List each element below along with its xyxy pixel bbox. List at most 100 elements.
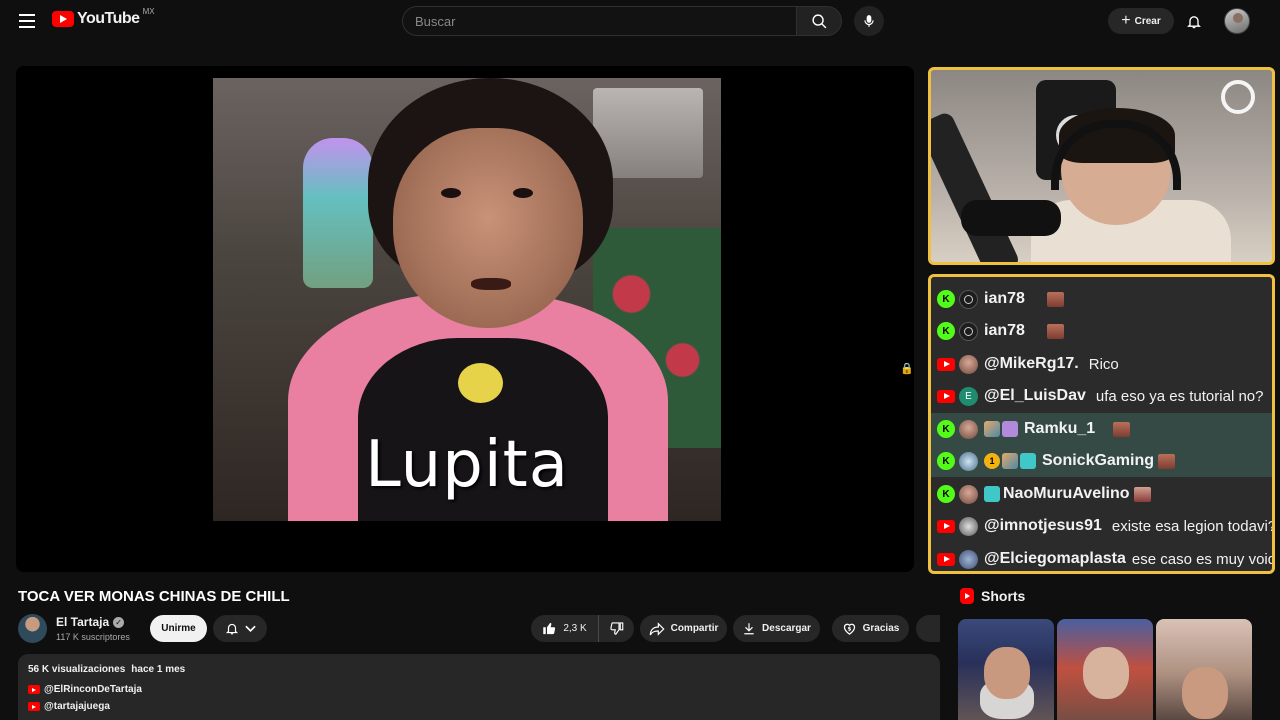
create-label: Crear xyxy=(1134,15,1161,27)
chat-message: K ian78 xyxy=(931,315,1272,347)
short-thumbnail[interactable] xyxy=(958,619,1054,720)
youtube-icon xyxy=(937,389,955,403)
microphone-arm xyxy=(931,110,1022,262)
video-girl-eye xyxy=(441,188,461,198)
search-button[interactable] xyxy=(796,6,842,36)
logo-text: YouTube xyxy=(77,10,140,27)
user-badges xyxy=(984,421,1018,437)
emote-icon xyxy=(1113,421,1131,437)
bell-icon xyxy=(1187,15,1201,28)
like-button[interactable]: 2,3 K xyxy=(531,615,599,642)
verified-check-icon: ✓ xyxy=(113,616,125,628)
microphone-icon xyxy=(864,15,874,27)
like-count: 2,3 K xyxy=(563,623,587,634)
kick-icon: K xyxy=(937,322,955,340)
join-button[interactable]: Unirme xyxy=(150,615,207,642)
thumbs-down-icon xyxy=(610,622,624,635)
channel-name[interactable]: El Tartaja xyxy=(56,615,109,629)
kick-icon: K xyxy=(937,485,955,503)
video-caption: Lupita xyxy=(365,428,569,502)
hamburger-menu-icon[interactable] xyxy=(14,8,40,34)
chat-message: E @El_LuisDav ufa eso ya es tutorial no? xyxy=(931,380,1272,412)
video-girl-face xyxy=(393,128,583,328)
create-button[interactable]: + Crear xyxy=(1108,8,1174,34)
like-dislike-group: 2,3 K xyxy=(531,615,634,642)
kick-icon: K xyxy=(937,452,955,470)
thumbs-up-icon xyxy=(543,622,556,635)
youtube-icon xyxy=(937,519,955,533)
user-badges: 1 xyxy=(984,453,1036,469)
svg-text:$: $ xyxy=(847,626,851,632)
user-avatar xyxy=(959,516,978,536)
search-input[interactable] xyxy=(403,7,797,35)
channel-name-row[interactable]: El Tartaja ✓ xyxy=(56,615,125,629)
youtube-play-icon xyxy=(52,11,74,27)
notifications-button[interactable] xyxy=(1182,9,1206,33)
thanks-button[interactable]: $ Gracias xyxy=(832,615,909,642)
account-avatar[interactable] xyxy=(1224,8,1250,34)
more-actions-button[interactable] xyxy=(916,615,940,642)
youtube-icon xyxy=(937,552,955,566)
channel-mention[interactable]: @ElRinconDeTartaja xyxy=(44,684,142,695)
download-icon xyxy=(744,623,754,635)
download-button[interactable]: Descargar xyxy=(733,615,820,642)
chat-username: NaoMuruAvelino xyxy=(1003,485,1130,502)
chat-message: K ian78 xyxy=(931,283,1272,315)
share-icon xyxy=(649,621,665,636)
thanks-label: Gracias xyxy=(862,623,900,634)
chat-overlay: K ian78 K ian78 @MikeRg17. Rico E @El_Lu… xyxy=(928,274,1275,574)
shorts-shelf-header: Shorts xyxy=(960,588,1025,604)
dislike-button[interactable] xyxy=(599,615,634,642)
gift-badge-icon xyxy=(1002,421,1018,437)
emote-icon xyxy=(1046,323,1064,339)
share-button[interactable]: Compartir xyxy=(640,615,727,642)
user-avatar xyxy=(959,354,978,374)
chat-username: @MikeRg17. xyxy=(984,355,1079,372)
short-thumbnail[interactable] xyxy=(1057,619,1153,720)
sub-badge-icon xyxy=(984,486,1000,502)
emote-icon xyxy=(1046,291,1064,307)
subscriber-badge-icon xyxy=(984,421,1000,437)
channel-avatar[interactable] xyxy=(18,614,47,643)
chat-message: K NaoMuruAvelino xyxy=(931,478,1272,510)
user-avatar xyxy=(959,321,978,341)
chat-text: ese caso es muy void xyxy=(1131,550,1275,568)
chat-username: ian78 xyxy=(984,322,1025,339)
chat-message: @imnotjesus91 existe esa legion todavi? xyxy=(931,510,1272,542)
user-avatar xyxy=(959,289,978,309)
gift-badge-icon xyxy=(1020,453,1036,469)
chevron-down-icon xyxy=(244,625,256,632)
subscription-notifications-button[interactable] xyxy=(213,615,267,642)
chat-text: ufa eso ya es tutorial no? xyxy=(1095,387,1264,405)
user-avatar: E xyxy=(959,386,978,406)
description-link[interactable]: @ElRinconDeTartaja xyxy=(28,684,142,695)
video-girl-mouth xyxy=(471,278,511,290)
emote-icon xyxy=(1133,486,1151,502)
search-icon xyxy=(811,13,826,28)
youtube-logo[interactable]: YouTube MX xyxy=(52,7,155,28)
chat-username: SonickGaming xyxy=(1042,452,1155,469)
short-thumbnail[interactable] xyxy=(1156,619,1252,720)
description-link[interactable]: @tartajajuega xyxy=(28,701,110,712)
voice-search-button[interactable] xyxy=(854,6,884,36)
super-thanks-icon: $ xyxy=(843,623,855,635)
description-box[interactable]: 56 K visualizaciones hace 1 mes @ElRinco… xyxy=(18,654,940,720)
thumb-face xyxy=(984,647,1030,699)
chat-username: @imnotjesus91 xyxy=(984,517,1102,534)
chat-username: @Elciegomaplasta xyxy=(984,550,1126,567)
user-avatar xyxy=(959,451,978,471)
share-label: Compartir xyxy=(670,623,719,634)
youtube-icon xyxy=(28,685,40,694)
shorts-heading: Shorts xyxy=(981,588,1026,604)
plus-icon: + xyxy=(1121,12,1131,29)
channel-mention[interactable]: @tartajajuega xyxy=(44,701,110,712)
view-count: 56 K visualizaciones xyxy=(28,664,126,675)
chat-message: K Ramku_1 xyxy=(931,413,1272,445)
video-player[interactable]: Lupita 🔒 xyxy=(16,66,914,572)
bell-icon xyxy=(225,623,238,635)
thumb-face xyxy=(1083,647,1129,699)
badge-number: 1 xyxy=(984,453,1000,469)
video-frame: Lupita xyxy=(213,78,721,521)
video-bg-toy xyxy=(303,138,373,288)
youtube-icon xyxy=(937,357,955,371)
